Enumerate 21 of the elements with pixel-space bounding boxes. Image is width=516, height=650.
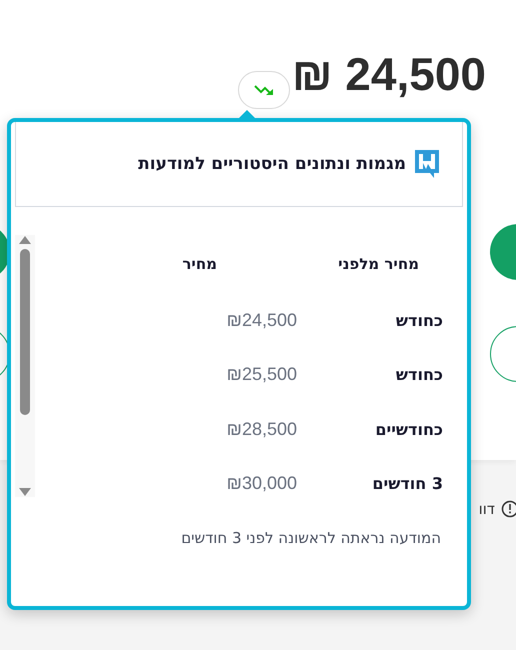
scroll-down-icon[interactable] — [18, 487, 32, 497]
scroll-up-icon[interactable] — [18, 235, 32, 245]
scroll-thumb[interactable] — [20, 249, 30, 415]
price-cell: ₪28,500 — [226, 418, 297, 440]
period-cell: כחודש — [396, 310, 443, 330]
info-icon — [501, 500, 516, 518]
scrollbar[interactable] — [15, 235, 35, 497]
period-cell: כחודשיים — [375, 420, 443, 439]
notice-text: דוו — [478, 500, 495, 518]
first-seen-note: המודעה נראתה לראשונה לפני 3 חודשים — [181, 529, 441, 547]
price-text: ₪ 24,500 — [292, 47, 486, 101]
period-cell: 3 חודשים — [372, 474, 443, 494]
column-header: מחיר — [182, 255, 217, 273]
price-cell: ₪24,500 — [226, 310, 297, 331]
trend-button[interactable] — [238, 71, 290, 109]
price-cell: ₪30,000 — [226, 473, 297, 494]
popup-title: מגמות ונתונים היסטוריים למודעות — [138, 154, 406, 174]
logo-icon — [414, 149, 440, 179]
period-cell: כחודש — [396, 365, 443, 384]
price-cell: ₪25,500 — [226, 364, 297, 386]
column-header: מחיר מלפני — [338, 255, 419, 273]
